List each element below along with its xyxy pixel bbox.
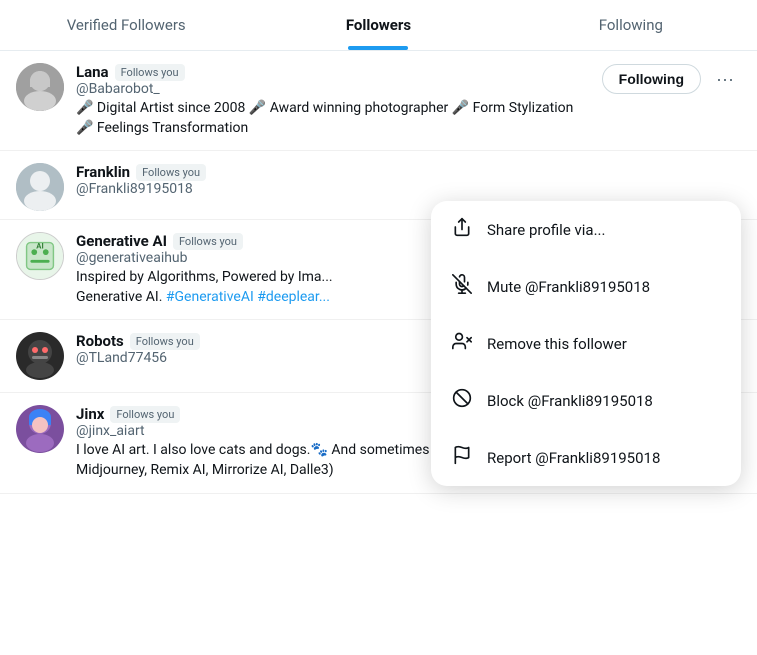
- follows-you-badge-robots: Follows you: [130, 333, 200, 350]
- dropdown-item-label-report: Report @Frankli89195018: [487, 449, 660, 467]
- user-name-generative-ai: Generative AI: [76, 232, 167, 250]
- user-name-franklin: Franklin: [76, 163, 130, 181]
- following-button-lana[interactable]: Following: [602, 64, 701, 94]
- block-icon: [451, 388, 473, 413]
- follows-you-badge-jinx: Follows you: [110, 406, 180, 423]
- share-icon: [451, 217, 473, 242]
- avatar-franklin: [16, 163, 64, 211]
- report-icon: [451, 445, 473, 470]
- follows-you-badge-lana: Follows you: [115, 64, 185, 81]
- tab-followers[interactable]: Followers: [252, 0, 504, 50]
- dropdown-item-block[interactable]: Block @Frankli89195018: [431, 372, 741, 429]
- remove-follower-icon: [451, 331, 473, 356]
- dropdown-item-report[interactable]: Report @Frankli89195018: [431, 429, 741, 486]
- more-icon-lana: ···: [716, 69, 734, 90]
- user-handle-lana: @Babarobot_: [76, 81, 590, 97]
- avatar-robots: [16, 332, 64, 380]
- user-info-lana: Lana Follows you @Babarobot_ 🎤 Digital A…: [76, 63, 590, 138]
- user-handle-franklin: @Frankli89195018: [76, 181, 741, 197]
- dropdown-item-label-remove: Remove this follower: [487, 335, 627, 353]
- user-name-lana: Lana: [76, 63, 109, 81]
- dropdown-item-share-profile[interactable]: Share profile via...: [431, 201, 741, 258]
- dropdown-item-remove-follower[interactable]: Remove this follower: [431, 315, 741, 372]
- user-name-jinx: Jinx: [76, 405, 104, 423]
- tab-following[interactable]: Following: [505, 0, 757, 50]
- mute-icon: [451, 274, 473, 299]
- follows-you-badge-generative-ai: Follows you: [173, 233, 243, 250]
- dropdown-item-mute[interactable]: Mute @Frankli89195018: [431, 258, 741, 315]
- more-button-lana[interactable]: ···: [709, 63, 741, 95]
- tab-verified-followers[interactable]: Verified Followers: [0, 0, 252, 50]
- user-row-franklin: Franklin Follows you @Frankli89195018 Sh…: [0, 151, 757, 220]
- dropdown-item-label-block: Block @Frankli89195018: [487, 392, 653, 410]
- dropdown-item-label-mute: Mute @Frankli89195018: [487, 278, 650, 296]
- user-bio-lana: 🎤 Digital Artist since 2008 🎤 Award winn…: [76, 99, 590, 138]
- svg-text:AI: AI: [36, 242, 43, 251]
- hashtag-generativeai[interactable]: #GenerativeAI: [166, 289, 254, 305]
- user-name-robots: Robots: [76, 332, 124, 350]
- avatar-lana: [16, 63, 64, 111]
- avatar-generative-ai: AI: [16, 232, 64, 280]
- row-actions-lana: Following ···: [602, 63, 741, 95]
- user-row-lana: Lana Follows you @Babarobot_ 🎤 Digital A…: [0, 51, 757, 151]
- dropdown-item-label-share: Share profile via...: [487, 221, 605, 239]
- follows-you-badge-franklin: Follows you: [136, 164, 206, 181]
- tabs-navigation: Verified Followers Followers Following: [0, 0, 757, 51]
- hashtag-deeplearn[interactable]: #deeplear...: [257, 289, 330, 305]
- dropdown-menu-franklin: Share profile via... Mute @Frankli891950…: [431, 201, 741, 486]
- avatar-jinx: [16, 405, 64, 453]
- user-info-franklin: Franklin Follows you @Frankli89195018: [76, 163, 741, 199]
